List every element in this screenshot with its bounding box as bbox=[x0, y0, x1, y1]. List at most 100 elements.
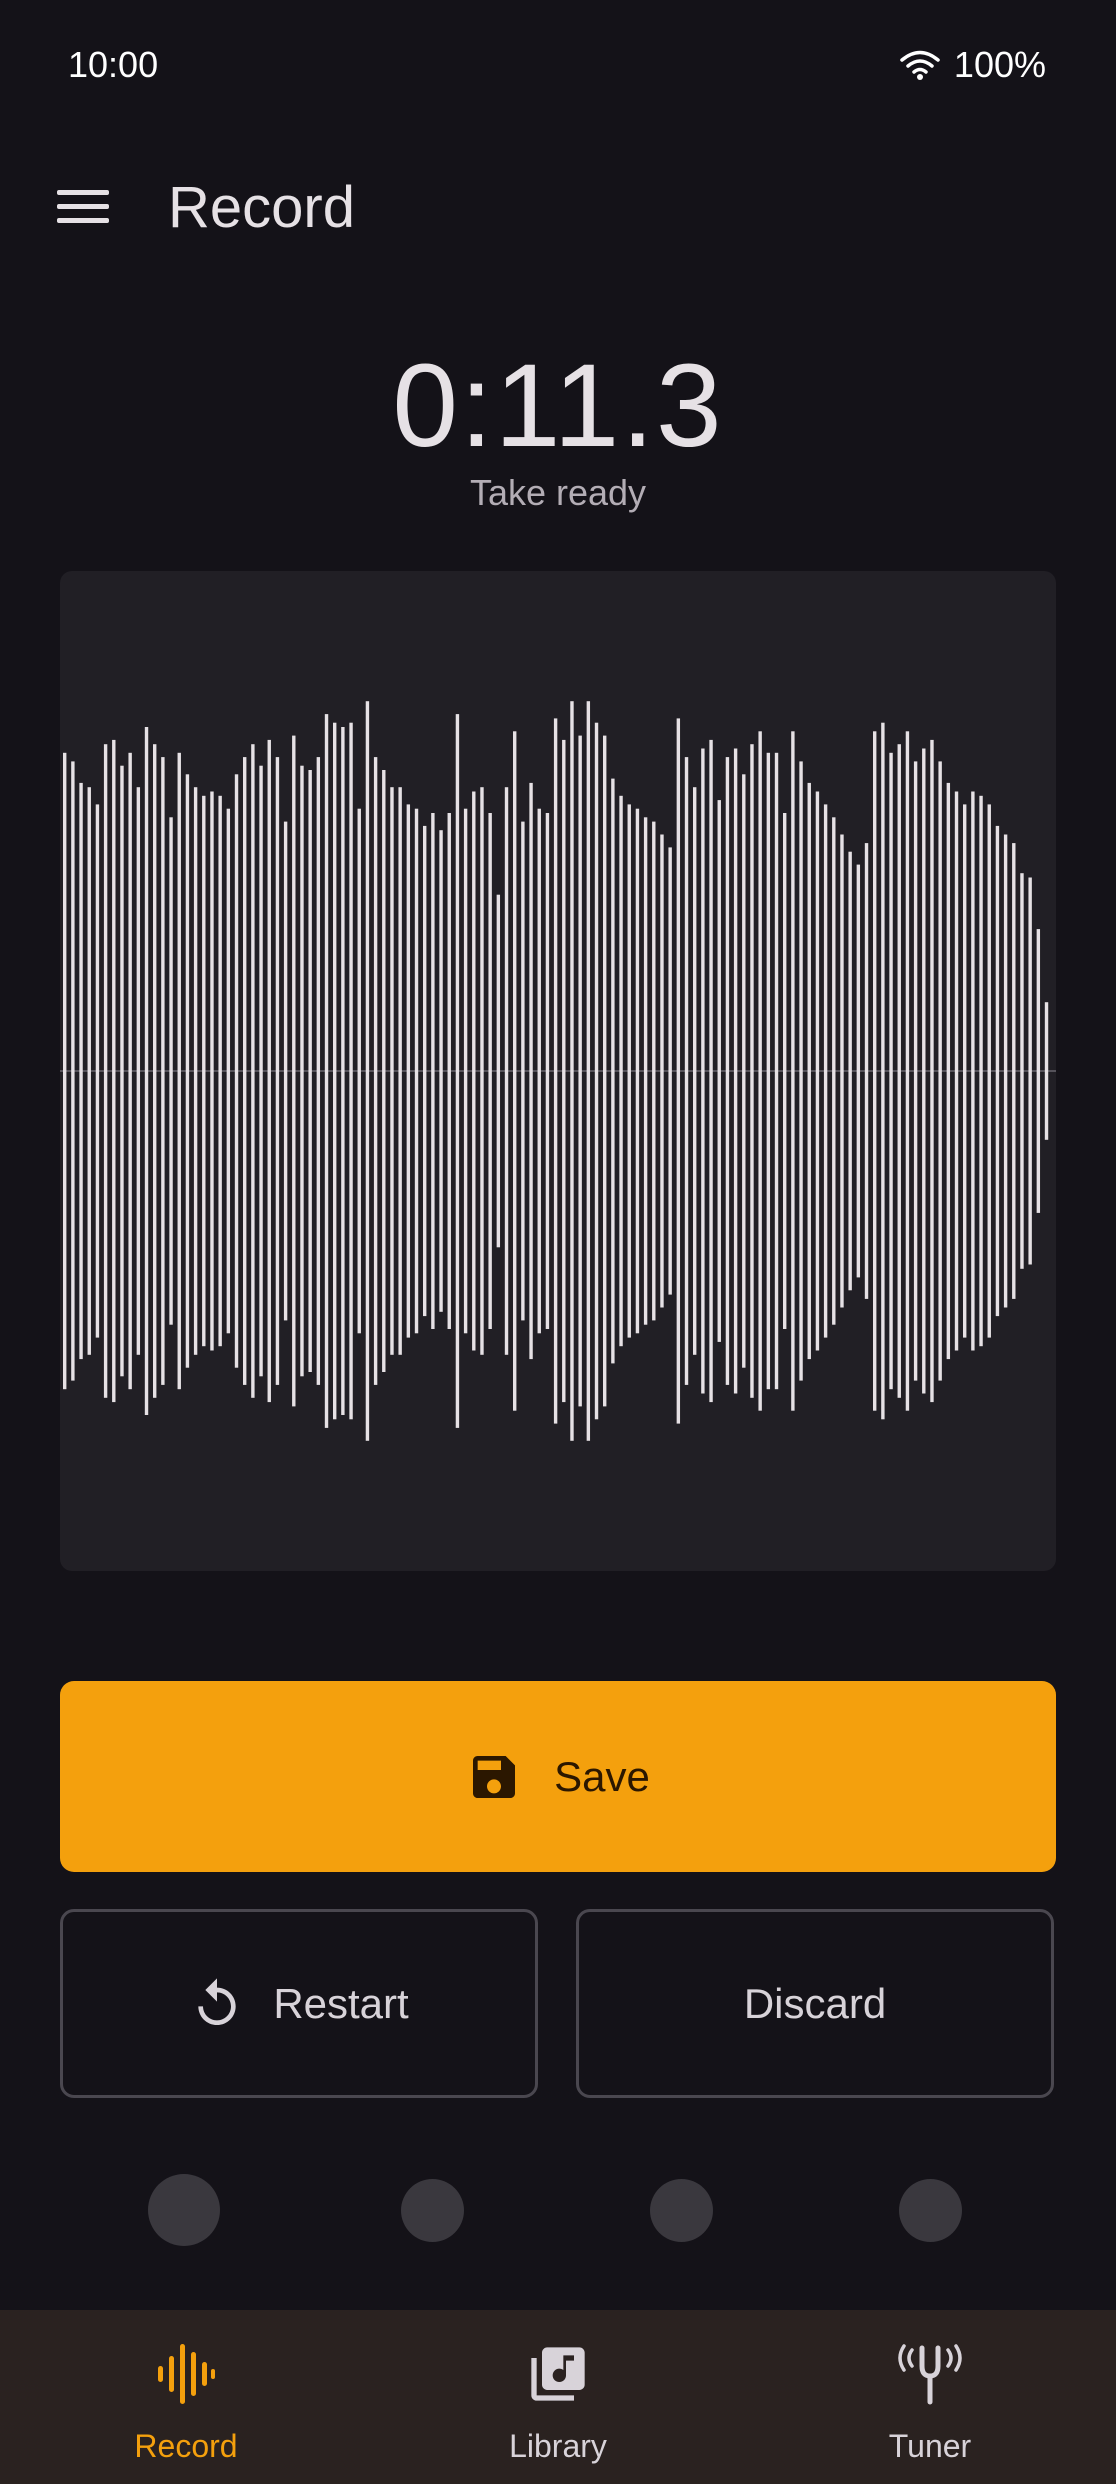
waveform-bar bbox=[627, 804, 631, 1338]
waveform-bar bbox=[963, 804, 967, 1338]
waveform-bar bbox=[758, 731, 762, 1411]
waveform-bar bbox=[1012, 843, 1016, 1299]
waveform-bar bbox=[1003, 834, 1008, 1308]
nav-label-record: Record bbox=[134, 2428, 238, 2464]
waveform-bar bbox=[873, 731, 877, 1411]
waveform-bar bbox=[954, 791, 959, 1351]
waveform-bar bbox=[349, 722, 353, 1420]
waveform-bar bbox=[848, 851, 852, 1291]
waveform-bar bbox=[455, 714, 460, 1428]
battery-level: 100% bbox=[953, 44, 1046, 85]
waveform-bar bbox=[333, 722, 337, 1420]
waveform-bar bbox=[504, 787, 509, 1355]
waveform-bar bbox=[103, 744, 108, 1398]
waveform-bar bbox=[112, 739, 116, 1403]
waveform-bar bbox=[308, 770, 312, 1372]
waveform-bar bbox=[283, 821, 288, 1321]
waveform-bar bbox=[63, 752, 67, 1390]
dot-4 bbox=[899, 2179, 962, 2242]
waveform-bar bbox=[267, 739, 271, 1403]
waveform-bar bbox=[161, 757, 165, 1385]
waveform-bar bbox=[373, 757, 378, 1385]
waveform-bar bbox=[202, 795, 206, 1347]
waveform-bar bbox=[791, 731, 795, 1411]
discard-button[interactable]: Discard bbox=[576, 1909, 1054, 2098]
wifi-icon bbox=[900, 49, 940, 81]
waveform-bar bbox=[71, 761, 75, 1381]
waveform-bar bbox=[275, 757, 280, 1385]
waveform-bar bbox=[169, 817, 173, 1325]
waveform-bar bbox=[881, 722, 885, 1420]
waveform-bar bbox=[766, 752, 771, 1390]
nav-label-library: Library bbox=[509, 2428, 607, 2464]
menu-icon[interactable] bbox=[48, 176, 118, 236]
waveform-bar bbox=[864, 843, 869, 1299]
waveform-bar bbox=[570, 701, 574, 1441]
floppy-disk-icon bbox=[466, 1749, 522, 1805]
waveform-bar bbox=[668, 847, 672, 1295]
waveform-bar bbox=[521, 821, 525, 1321]
nav-item-record[interactable]: Record bbox=[0, 2310, 372, 2484]
waveform-display[interactable] bbox=[60, 571, 1056, 1571]
waveform-bar bbox=[733, 748, 738, 1394]
waveform-bar bbox=[447, 813, 451, 1329]
waveform-bar bbox=[537, 808, 541, 1334]
waveform-bar bbox=[128, 752, 132, 1390]
waveform-bar bbox=[693, 787, 697, 1355]
waveform-bar bbox=[717, 800, 721, 1342]
save-label: Save bbox=[554, 1752, 650, 1800]
restart-icon bbox=[189, 1976, 245, 2032]
page-title: Record bbox=[168, 175, 355, 240]
waveform-bar bbox=[995, 825, 1000, 1317]
waveform-bar bbox=[300, 765, 304, 1377]
waveform-bar bbox=[938, 761, 942, 1381]
waveform-bar bbox=[144, 727, 149, 1415]
waveform-bar bbox=[578, 735, 582, 1407]
waveform-bar bbox=[177, 752, 181, 1390]
waveform-bar bbox=[545, 813, 550, 1329]
restart-button[interactable]: Restart bbox=[60, 1909, 538, 2098]
tuning-fork-icon bbox=[744, 2342, 1116, 2412]
waveform-bar bbox=[684, 757, 689, 1385]
music-library-icon bbox=[372, 2342, 744, 2412]
discard-label: Discard bbox=[743, 1979, 887, 2027]
waveform-bar bbox=[218, 795, 222, 1347]
waveform-bar bbox=[553, 718, 558, 1424]
bottom-navigation: Record Library Tuner bbox=[0, 2310, 1116, 2484]
waveform-bar bbox=[431, 813, 435, 1329]
recording-timer: 0:11.3 bbox=[392, 340, 724, 472]
waveform-bar bbox=[1028, 877, 1032, 1265]
waveform-bar bbox=[234, 774, 239, 1368]
waveform-bar bbox=[750, 744, 754, 1398]
waveform-bar bbox=[398, 787, 402, 1355]
waveform-bar bbox=[423, 825, 427, 1317]
waveform-bar bbox=[496, 894, 501, 1248]
waveform-bar bbox=[562, 739, 566, 1403]
nav-label-tuner: Tuner bbox=[888, 2428, 972, 2464]
waveform-bar bbox=[193, 787, 198, 1355]
status-time: 10:00 bbox=[68, 44, 159, 85]
waveform-bar bbox=[930, 739, 934, 1403]
waveform-bar bbox=[488, 813, 492, 1329]
waveform-bar bbox=[799, 761, 803, 1381]
waveform-bar bbox=[1020, 873, 1024, 1269]
waveform-bar bbox=[823, 804, 828, 1338]
waveform-bar bbox=[774, 752, 779, 1390]
waveform-bar bbox=[840, 834, 844, 1308]
waveform-bar bbox=[406, 804, 411, 1338]
waveform-bar bbox=[480, 787, 484, 1355]
waveform-bar bbox=[316, 757, 321, 1385]
dot-2 bbox=[401, 2179, 464, 2242]
nav-item-tuner[interactable]: Tuner bbox=[744, 2310, 1116, 2484]
status-icons: 100% bbox=[900, 40, 1046, 90]
waveform-bar bbox=[259, 765, 263, 1377]
nav-item-library[interactable]: Library bbox=[372, 2310, 744, 2484]
waveform-bar bbox=[292, 735, 296, 1407]
waveform-bar bbox=[153, 744, 157, 1398]
save-button[interactable]: Save bbox=[60, 1681, 1056, 1872]
waveform-bar bbox=[120, 765, 124, 1377]
waveform-bar bbox=[971, 791, 975, 1351]
waveform-bar bbox=[439, 830, 443, 1312]
waveform-bar bbox=[946, 782, 951, 1360]
waveform-bar bbox=[979, 795, 983, 1347]
